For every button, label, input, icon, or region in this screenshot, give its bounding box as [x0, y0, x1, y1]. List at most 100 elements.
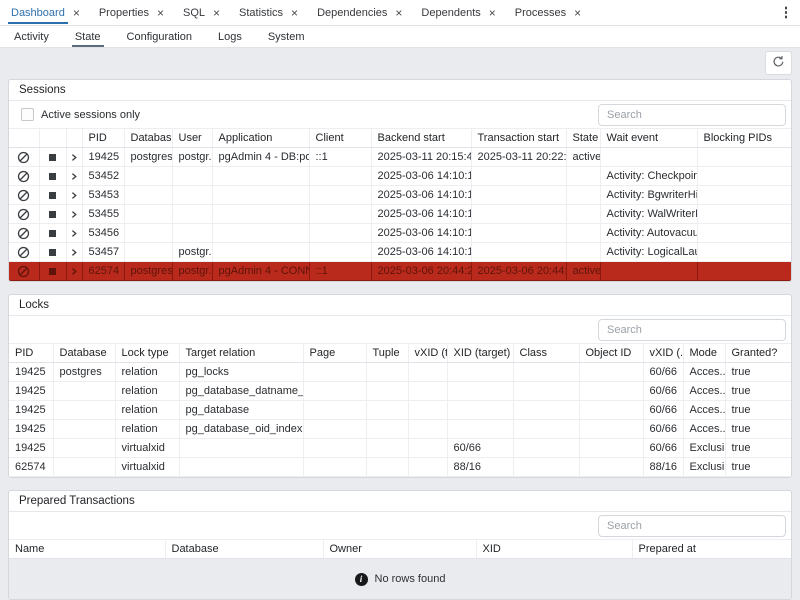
cancel-icon[interactable] — [17, 151, 30, 163]
column-header-application[interactable]: Application — [212, 129, 309, 148]
stop-icon[interactable] — [49, 151, 56, 163]
column-header-owner[interactable]: Owner — [323, 540, 476, 559]
row-action-cell[interactable] — [39, 243, 66, 262]
stop-icon[interactable] — [49, 208, 56, 220]
chevron-right-icon[interactable] — [70, 246, 78, 258]
row-action-cell[interactable] — [39, 262, 66, 281]
chevron-right-icon[interactable] — [70, 265, 78, 277]
subtab-configuration[interactable]: Configuration — [127, 26, 192, 47]
column-header-class[interactable]: Class — [513, 344, 579, 363]
tab-processes[interactable]: Processes× — [514, 0, 582, 25]
cancel-icon[interactable] — [17, 189, 30, 201]
chevron-right-icon[interactable] — [70, 151, 78, 163]
column-header-user[interactable]: User — [172, 129, 212, 148]
prepared-search-input[interactable] — [598, 515, 786, 537]
row-action-cell[interactable] — [66, 186, 82, 205]
sessions-search-input[interactable] — [598, 104, 786, 126]
table-row[interactable]: 534562025-03-06 14:10:11 ...Activity: Au… — [9, 224, 792, 243]
column-header-xid[interactable]: XID — [476, 540, 632, 559]
subtab-system[interactable]: System — [268, 26, 305, 47]
cancel-icon[interactable] — [17, 170, 30, 182]
row-action-cell[interactable] — [39, 186, 66, 205]
stop-icon[interactable] — [49, 189, 56, 201]
column-header-vxid[interactable]: vXID (... — [643, 344, 683, 363]
row-action-cell[interactable] — [39, 148, 66, 167]
kebab-menu-icon[interactable] — [782, 0, 791, 25]
row-action-cell[interactable] — [66, 205, 82, 224]
table-row[interactable]: 19425postgresrelationpg_locks60/66Acces.… — [9, 363, 792, 382]
tab-dependencies[interactable]: Dependencies× — [316, 0, 403, 25]
tab-close-icon[interactable]: × — [72, 7, 81, 19]
table-row[interactable]: 19425relationpg_database_oid_index60/66A… — [9, 420, 792, 439]
column-header-pid[interactable]: PID — [82, 129, 124, 148]
table-row[interactable]: 19425virtualxid60/6660/66Exclusi...true — [9, 439, 792, 458]
cancel-icon[interactable] — [17, 246, 30, 258]
chevron-right-icon[interactable] — [70, 227, 78, 239]
column-header-tuple[interactable]: Tuple — [366, 344, 408, 363]
table-row[interactable]: 62574virtualxid88/1688/16Exclusi...true — [9, 458, 792, 477]
column-header-target-relation[interactable]: Target relation — [179, 344, 303, 363]
column-header-mode[interactable]: Mode — [683, 344, 725, 363]
checkbox-box[interactable] — [21, 108, 34, 121]
row-action-cell[interactable] — [9, 262, 39, 281]
column-header-state[interactable]: State — [566, 129, 600, 148]
column-header-database[interactable]: Database — [53, 344, 115, 363]
subtab-state[interactable]: State — [75, 26, 101, 47]
row-action-cell[interactable] — [9, 205, 39, 224]
column-header-pid[interactable]: PID — [9, 344, 53, 363]
tab-close-icon[interactable]: × — [212, 7, 221, 19]
column-header-client[interactable]: Client — [309, 129, 371, 148]
tab-close-icon[interactable]: × — [156, 7, 165, 19]
tab-sql[interactable]: SQL× — [182, 0, 221, 25]
active-sessions-checkbox[interactable]: Active sessions only — [14, 108, 140, 121]
subtab-logs[interactable]: Logs — [218, 26, 242, 47]
row-action-cell[interactable] — [66, 262, 82, 281]
row-action-cell[interactable] — [66, 167, 82, 186]
column-header-wait-event[interactable]: Wait event — [600, 129, 697, 148]
stop-icon[interactable] — [49, 170, 56, 182]
column-header-page[interactable]: Page — [303, 344, 366, 363]
column-header-vxid-t[interactable]: vXID (t... — [408, 344, 447, 363]
table-row[interactable]: 53457postgr...2025-03-06 14:10:11 ...Act… — [9, 243, 792, 262]
tab-close-icon[interactable]: × — [573, 7, 582, 19]
column-header-database[interactable]: Database — [124, 129, 172, 148]
stop-icon[interactable] — [49, 227, 56, 239]
table-row[interactable]: 19425relationpg_database60/66Acces...tru… — [9, 401, 792, 420]
column-header-name[interactable]: Name — [9, 540, 165, 559]
column-header-lock-type[interactable]: Lock type — [115, 344, 179, 363]
row-action-cell[interactable] — [9, 243, 39, 262]
column-header-xid-target[interactable]: XID (target) — [447, 344, 513, 363]
row-action-cell[interactable] — [66, 243, 82, 262]
cancel-icon[interactable] — [17, 227, 30, 239]
column-header-action[interactable] — [9, 129, 39, 148]
column-header-prepared-at[interactable]: Prepared at — [632, 540, 792, 559]
column-header-backend-start[interactable]: Backend start — [371, 129, 471, 148]
column-header-object-id[interactable]: Object ID — [579, 344, 643, 363]
table-row[interactable]: 534552025-03-06 14:10:11 ...Activity: Wa… — [9, 205, 792, 224]
cancel-icon[interactable] — [17, 208, 30, 220]
column-header-granted[interactable]: Granted? — [725, 344, 792, 363]
row-action-cell[interactable] — [39, 167, 66, 186]
row-action-cell[interactable] — [39, 224, 66, 243]
row-action-cell[interactable] — [9, 186, 39, 205]
row-action-cell[interactable] — [9, 148, 39, 167]
subtab-activity[interactable]: Activity — [14, 26, 49, 47]
tab-close-icon[interactable]: × — [290, 7, 299, 19]
refresh-button[interactable] — [765, 51, 792, 75]
locks-search-input[interactable] — [598, 319, 786, 341]
tab-properties[interactable]: Properties× — [98, 0, 165, 25]
tab-close-icon[interactable]: × — [394, 7, 403, 19]
table-row[interactable]: 534532025-03-06 14:10:11 ...Activity: Bg… — [9, 186, 792, 205]
table-row[interactable]: 62574postgrespostgr...pgAdmin 4 - CONN:6… — [9, 262, 792, 281]
column-header-database[interactable]: Database — [165, 540, 323, 559]
row-action-cell[interactable] — [66, 224, 82, 243]
row-action-cell[interactable] — [39, 205, 66, 224]
table-row[interactable]: 19425postgrespostgr...pgAdmin 4 - DB:pos… — [9, 148, 792, 167]
column-header-action[interactable] — [66, 129, 82, 148]
chevron-right-icon[interactable] — [70, 170, 78, 182]
column-header-action[interactable] — [39, 129, 66, 148]
row-action-cell[interactable] — [9, 167, 39, 186]
tab-dashboard[interactable]: Dashboard× — [10, 0, 81, 25]
table-row[interactable]: 534522025-03-06 14:10:11 ...Activity: Ch… — [9, 167, 792, 186]
cancel-icon[interactable] — [17, 265, 30, 277]
